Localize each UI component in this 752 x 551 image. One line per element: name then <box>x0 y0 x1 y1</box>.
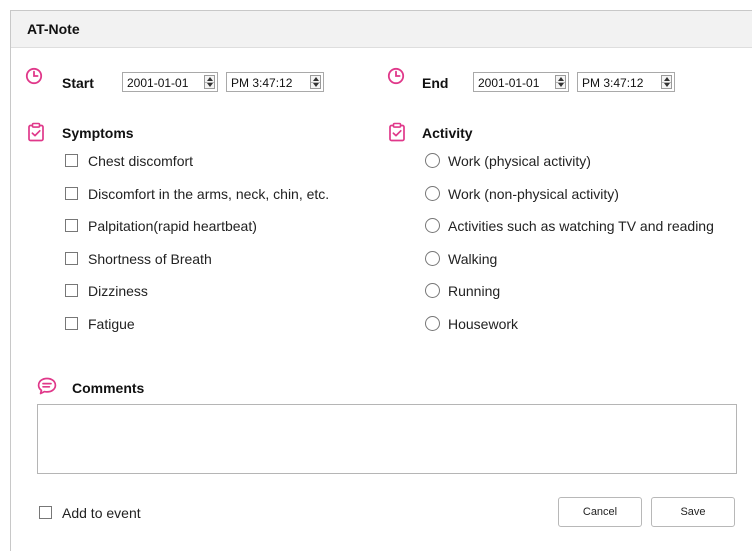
symptom-label: Chest discomfort <box>88 153 194 169</box>
symptom-option[interactable]: Palpitation(rapid heartbeat) <box>65 217 365 237</box>
symptom-label: Discomfort in the arms, neck, chin, etc. <box>88 186 330 202</box>
cancel-button[interactable]: Cancel <box>558 497 642 527</box>
end-date-field[interactable]: 2001-01-01 <box>473 72 569 92</box>
end-date-spinner[interactable] <box>555 75 566 89</box>
start-date-field[interactable]: 2001-01-01 <box>122 72 218 92</box>
title-bar: AT-Note <box>11 11 752 48</box>
checkbox[interactable] <box>65 284 78 297</box>
symptom-label: Palpitation(rapid heartbeat) <box>88 218 257 234</box>
symptom-label: Dizziness <box>88 283 148 299</box>
activity-option[interactable]: Work (non-physical activity) <box>425 185 752 205</box>
symptom-option[interactable]: Discomfort in the arms, neck, chin, etc. <box>65 185 365 205</box>
radio-button[interactable] <box>425 218 440 233</box>
activity-label-text: Work (physical activity) <box>448 153 591 169</box>
checkbox[interactable] <box>65 154 78 167</box>
checkbox[interactable] <box>65 317 78 330</box>
comments-input[interactable] <box>37 404 737 474</box>
save-button[interactable]: Save <box>651 497 735 527</box>
clock-icon <box>387 67 405 85</box>
symptom-label: Fatigue <box>88 316 135 332</box>
activity-label-text: Work (non-physical activity) <box>448 186 619 202</box>
activity-option[interactable]: Work (physical activity) <box>425 152 752 172</box>
activity-label-text: Walking <box>448 251 498 267</box>
add-to-event-option[interactable]: Add to event <box>39 504 199 524</box>
start-date-spinner[interactable] <box>204 75 215 89</box>
activity-option[interactable]: Running <box>425 282 752 302</box>
chat-bubble-icon <box>37 377 57 395</box>
start-time-field[interactable]: PM 3:47:12 <box>226 72 324 92</box>
radio-button[interactable] <box>425 251 440 266</box>
end-time-field[interactable]: PM 3:47:12 <box>577 72 675 92</box>
at-note-window: AT-Note Start 2001-01-01 PM 3:47:12 End … <box>10 10 752 551</box>
activity-label-text: Housework <box>448 316 519 332</box>
radio-button[interactable] <box>425 153 440 168</box>
clipboard-check-icon <box>27 122 45 142</box>
radio-button[interactable] <box>425 316 440 331</box>
add-to-event-checkbox[interactable] <box>39 506 52 519</box>
comments-label: Comments <box>72 380 145 396</box>
activity-option[interactable]: Housework <box>425 315 752 335</box>
end-time-value: PM 3:47:12 <box>582 76 644 90</box>
start-time-value: PM 3:47:12 <box>231 76 293 90</box>
start-time-spinner[interactable] <box>310 75 321 89</box>
symptom-option[interactable]: Fatigue <box>65 315 365 335</box>
end-date-value: 2001-01-01 <box>478 76 540 90</box>
activity-label: Activity <box>422 125 473 141</box>
clipboard-check-icon <box>388 122 406 142</box>
symptoms-label: Symptoms <box>62 125 134 141</box>
add-to-event-label: Add to event <box>62 505 141 521</box>
window-title: AT-Note <box>27 21 80 37</box>
symptom-option[interactable]: Shortness of Breath <box>65 250 365 270</box>
activity-label-text: Running <box>448 283 501 299</box>
activity-option[interactable]: Walking <box>425 250 752 270</box>
radio-button[interactable] <box>425 283 440 298</box>
radio-button[interactable] <box>425 186 440 201</box>
checkbox[interactable] <box>65 219 78 232</box>
symptom-option[interactable]: Dizziness <box>65 282 365 302</box>
activity-option[interactable]: Activities such as watching TV and readi… <box>425 217 752 237</box>
checkbox[interactable] <box>65 187 78 200</box>
symptom-label: Shortness of Breath <box>88 251 212 267</box>
start-label: Start <box>62 75 94 91</box>
end-time-spinner[interactable] <box>661 75 672 89</box>
end-label: End <box>422 75 449 91</box>
symptom-option[interactable]: Chest discomfort <box>65 152 365 172</box>
clock-icon <box>25 67 43 85</box>
activity-label-text: Activities such as watching TV and readi… <box>448 218 714 234</box>
checkbox[interactable] <box>65 252 78 265</box>
start-date-value: 2001-01-01 <box>127 76 189 90</box>
